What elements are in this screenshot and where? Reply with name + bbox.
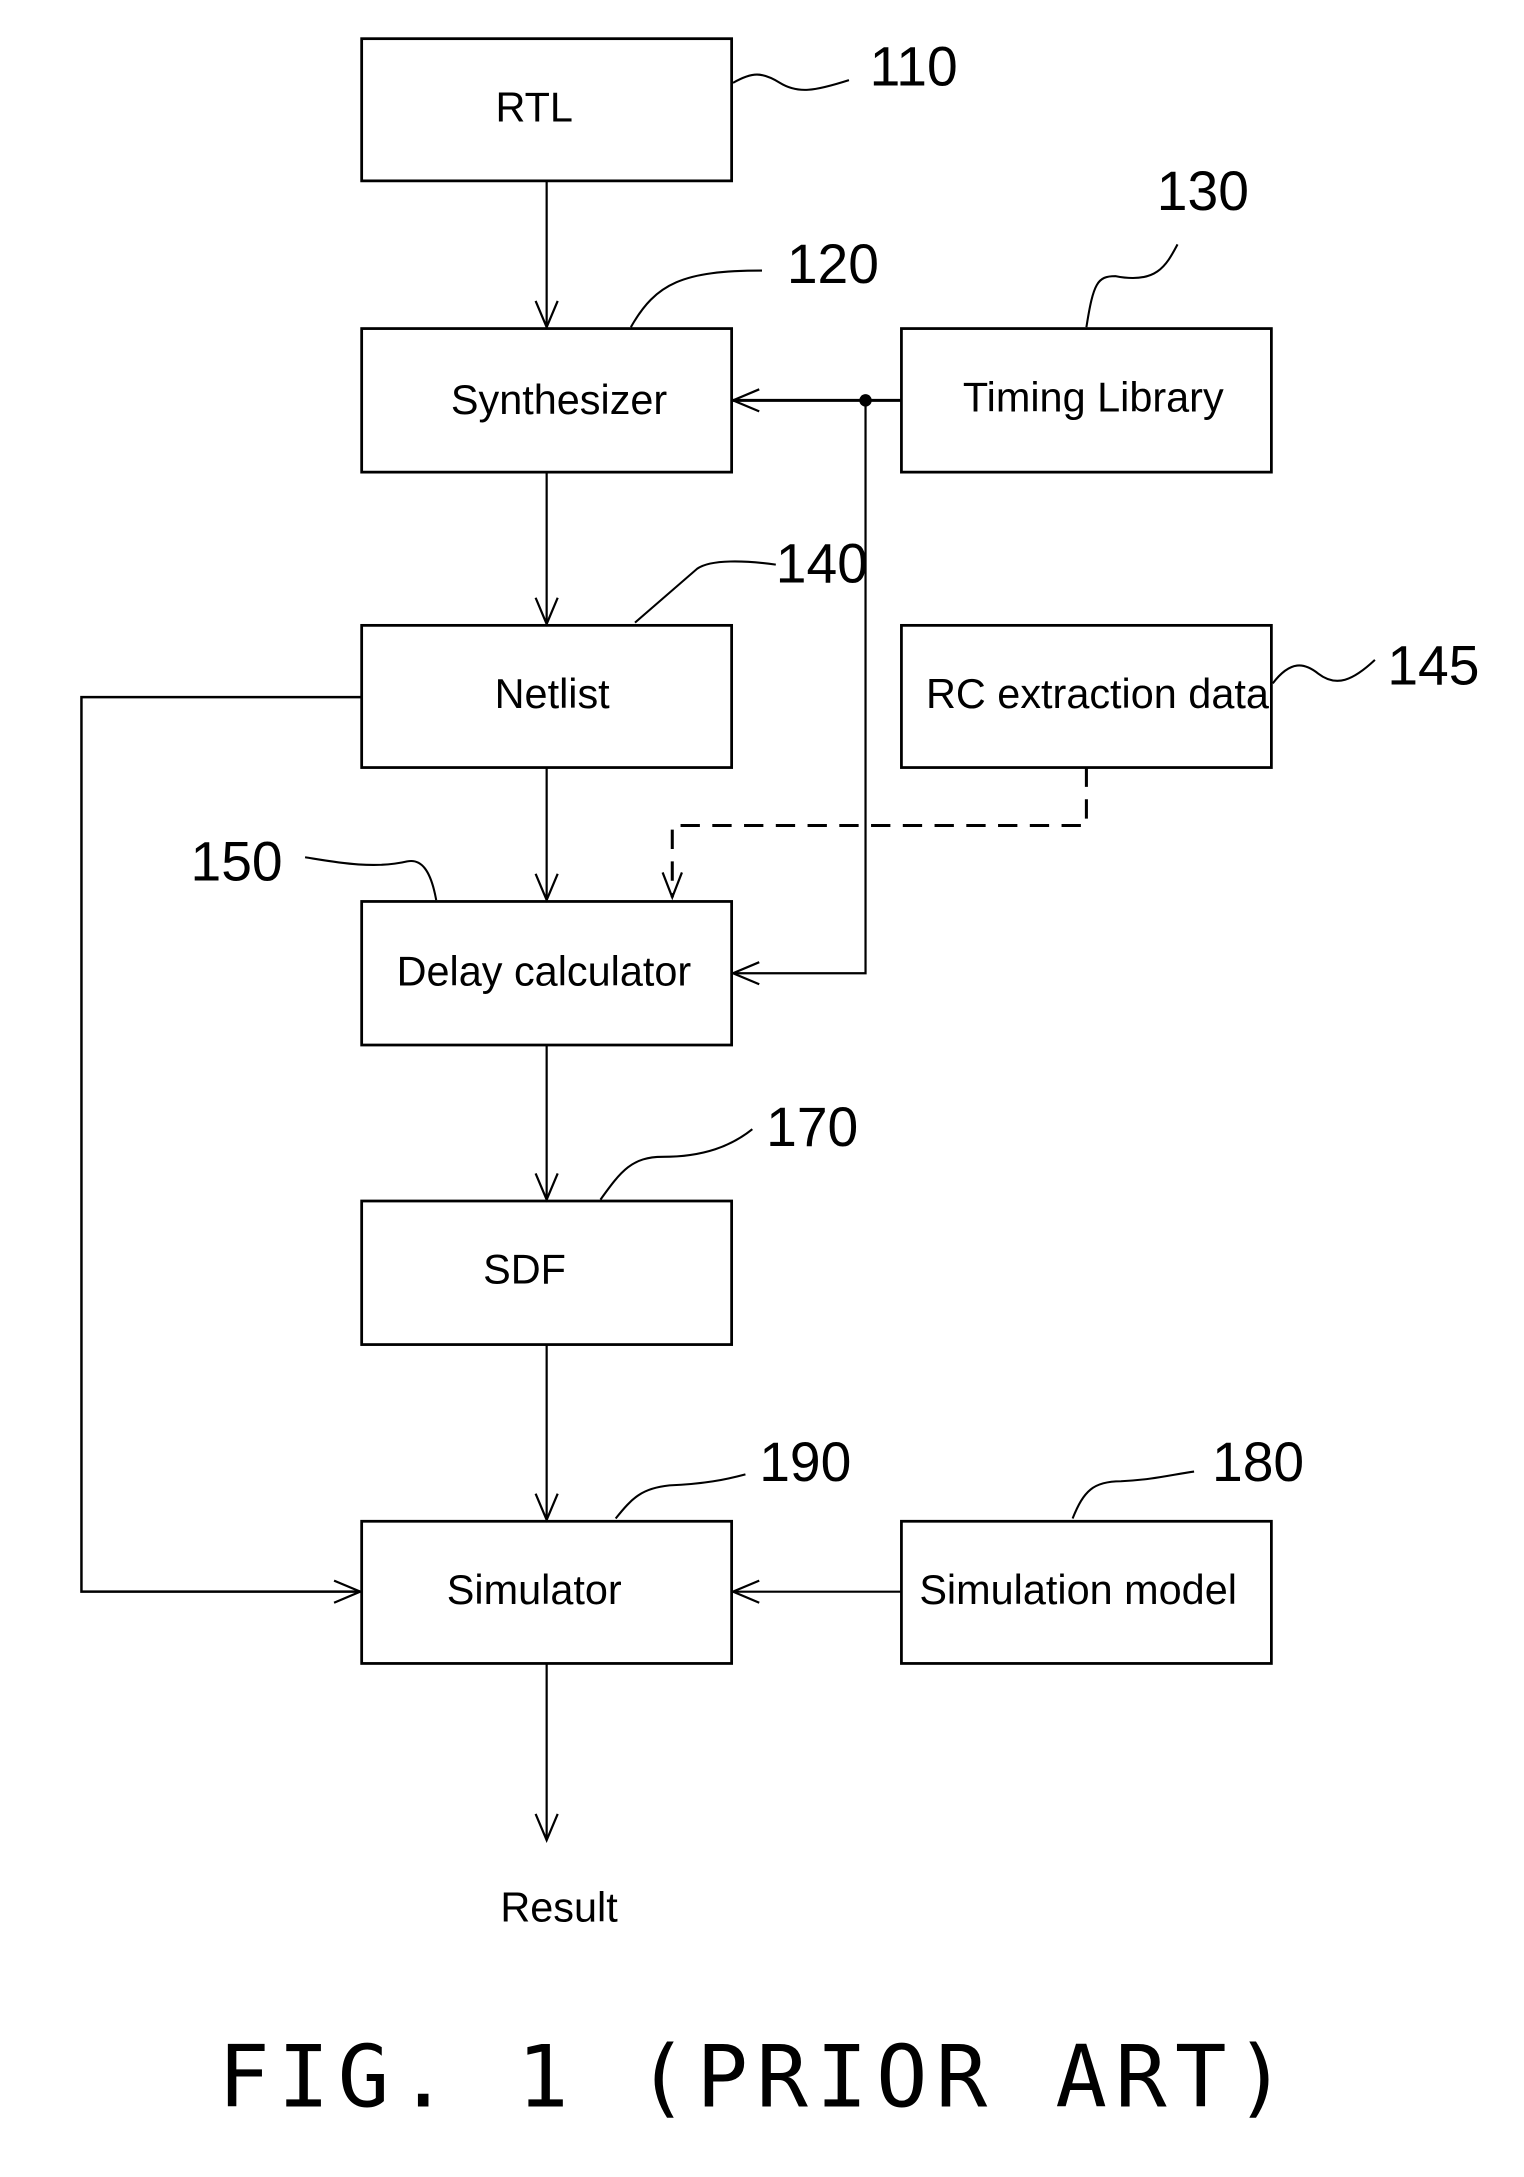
ref-180: 180 (1212, 1431, 1304, 1493)
block-simulator: Simulator (360, 1519, 734, 1665)
block-timing-library: Timing Library (900, 327, 1273, 474)
ref-140: 140 (776, 533, 868, 595)
leader-130 (1085, 243, 1179, 328)
leader-170 (599, 1128, 753, 1201)
figure-caption: FIG. 1 (PRIOR ART) (218, 2029, 1295, 2128)
arrow-timing-library-to-delay-calculator (730, 400, 867, 986)
arrow-netlist-to-delay-calculator (534, 767, 559, 903)
block-simulation-model-label: Simulation model (919, 1567, 1237, 1613)
block-netlist-label: Netlist (495, 671, 611, 717)
leader-180 (1071, 1470, 1195, 1519)
block-rtl-label: RTL (495, 84, 572, 130)
arrow-synthesizer-to-netlist (534, 472, 559, 627)
block-sdf: SDF (360, 1199, 734, 1346)
arrow-timing-library-to-synthesizer (730, 388, 902, 413)
block-rc-extraction-data: RC extraction data (900, 623, 1273, 769)
ref-130: 130 (1157, 160, 1249, 222)
result-label: Result (500, 1884, 618, 1930)
block-timing-library-label: Timing Library (963, 374, 1224, 420)
block-synthesizer-label: Synthesizer (451, 377, 668, 423)
ref-120: 120 (787, 233, 879, 295)
ref-190: 190 (759, 1431, 851, 1493)
block-netlist: Netlist (360, 623, 734, 769)
leader-150 (304, 856, 438, 901)
prior-art-flow-diagram: RTL 110 Synthesizer 120 Timing Library 1… (80, 36, 1479, 2128)
leader-140 (634, 560, 776, 624)
arrow-simulator-to-result (534, 1663, 559, 1843)
arrow-simulation-model-to-simulator (730, 1579, 902, 1604)
leader-120 (629, 269, 763, 328)
ref-150: 150 (191, 831, 283, 893)
block-rtl: RTL (360, 37, 734, 183)
arrow-sdf-to-simulator (534, 1344, 559, 1523)
arrow-rtl-to-synthesizer (534, 180, 559, 331)
block-sdf-label: SDF (483, 1247, 566, 1293)
arrow-delay-calculator-to-sdf (534, 1045, 559, 1203)
block-rc-extraction-label: RC extraction data (926, 671, 1270, 717)
block-simulator-label: Simulator (447, 1567, 622, 1613)
leader-110 (732, 73, 850, 91)
block-delay-calculator-label: Delay calculator (397, 949, 692, 995)
leader-145 (1271, 659, 1376, 684)
block-delay-calculator: Delay calculator (360, 900, 734, 1047)
block-simulation-model: Simulation model (900, 1519, 1273, 1665)
leader-190 (614, 1473, 746, 1520)
ref-145: 145 (1387, 635, 1479, 697)
dashed-arrow-rc-extraction-to-delay-calculator (661, 767, 1088, 901)
ref-110: 110 (870, 36, 958, 98)
ref-170: 170 (766, 1096, 858, 1158)
block-synthesizer: Synthesizer (360, 327, 734, 474)
